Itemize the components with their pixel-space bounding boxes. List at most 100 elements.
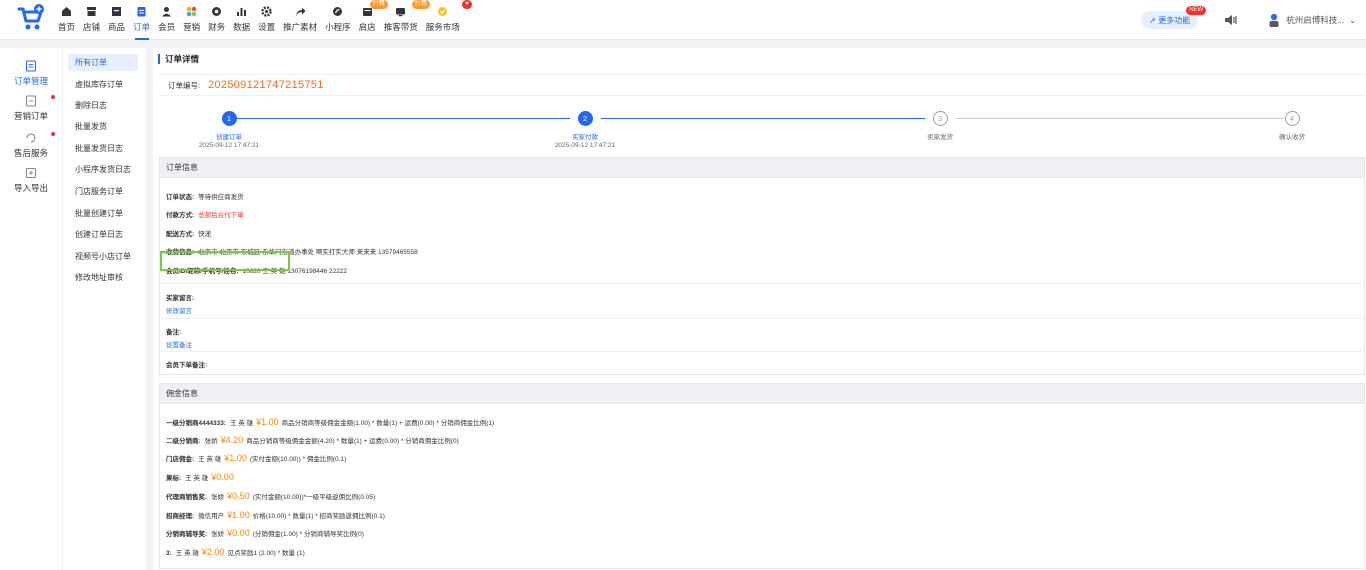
remark-row: 备注: 设置备注 (166, 326, 192, 349)
rail-item-order-manage[interactable]: 订单管理 (0, 60, 62, 87)
submenu-miniapp-ship-log[interactable]: 小程序发货日志 (68, 161, 138, 178)
rail-label: 导入导出 (13, 183, 48, 193)
submenu-virtual-stock-orders[interactable]: 虚拟库存订单 (68, 76, 138, 93)
rail-item-after-sale[interactable]: 售后服务 (0, 132, 62, 159)
nav-label: 首页 (58, 22, 76, 32)
commission-formula: 商品分销商等级佣金金额(4.20) * 数量(1) + 运费(0.00) * 分… (246, 438, 459, 445)
delivery-method-value: 快递 (198, 231, 212, 238)
field-label: 招商经理: (166, 513, 195, 520)
nav-member[interactable]: 会员 (158, 0, 175, 40)
rail-item-import-export[interactable]: 导入导出 (0, 167, 62, 194)
order-status-row: 订单状态: 等待供应商发货 (166, 191, 244, 201)
field-label: 果标: (166, 475, 182, 482)
notification-dot (51, 95, 55, 99)
speaker-icon[interactable] (1224, 13, 1238, 27)
step-number: 3 (932, 111, 948, 126)
submenu-video-shop-orders[interactable]: 视频号小店订单 (68, 248, 138, 265)
nav-label: 会员 (158, 22, 176, 32)
gear-icon (260, 5, 273, 18)
promoter-icon (394, 5, 407, 18)
finance-icon (210, 5, 223, 18)
submenu-store-service-orders[interactable]: 门店服务订单 (68, 183, 138, 200)
chart-icon (235, 5, 248, 18)
nav-promoter[interactable]: 推客带货 付费 (384, 0, 430, 40)
nav-data[interactable]: 数据 (233, 0, 250, 40)
commission-recipient: 王 英 雄 (229, 420, 254, 427)
rocket-icon: ➚ (1149, 15, 1159, 25)
nav-order[interactable]: 订单 (133, 0, 150, 40)
section-header: 佣金信息 (160, 384, 1364, 404)
nav-home[interactable]: 首页 (58, 0, 75, 40)
order-detail-panel: 订单详情 订单编号: 202509121747215751 1 创建订单 202… (153, 48, 1366, 570)
set-remark-link[interactable]: 设置备注 (166, 339, 192, 349)
nav-label: 财务 (208, 22, 226, 32)
submenu-delete-log[interactable]: 删除日志 (68, 97, 138, 114)
submenu-create-order-log[interactable]: 创建订单日志 (68, 226, 138, 243)
field-label: 订单状态: (166, 194, 195, 201)
step-name: 确认收货 (1279, 134, 1305, 141)
commission-amount: ¥0.00 (227, 528, 250, 538)
submenu-batch-create-orders[interactable]: 批量创建订单 (68, 205, 138, 222)
nav-label: 营销 (183, 22, 201, 32)
commission-formula: (实付金额(10.00))*一级平级返佣比例(0.05) (252, 494, 376, 501)
rail-item-marketing-order[interactable]: 营销订单 (0, 95, 62, 122)
field-label: 配送方式: (166, 231, 195, 238)
submenu-all-orders[interactable]: 所有订单 (68, 54, 138, 71)
commission-row: 招商经理: 微信用户 ¥1.00 价格(10.00) * 数量(1) * 招商奖… (166, 510, 385, 520)
nav-settings[interactable]: 设置 (258, 0, 275, 40)
after-sale-icon (26, 133, 36, 143)
step-name: 创建订单 (216, 134, 242, 141)
commission-recipient: 张娇 (204, 438, 218, 445)
commission-amount: ¥0.00 (211, 472, 234, 482)
top-navigation-bar: 首页 店铺 商品 订单 会员 营销 财务 数据 设置 推广素材 小程序 启店 付… (0, 0, 1366, 40)
brand-logo-icon[interactable] (16, 4, 46, 34)
nav-label: 推广素材 (283, 22, 318, 32)
edit-message-link[interactable]: 修改留言 (166, 305, 192, 315)
step-connector-done (601, 118, 925, 119)
company-switcher[interactable]: 杭州启博科技... ⌄ (1268, 13, 1356, 27)
step-number: 2 (577, 111, 593, 126)
more-features-button[interactable]: ➚ 更多功能 NEW (1141, 6, 1207, 29)
submenu-batch-ship-log[interactable]: 批量发货日志 (68, 140, 138, 157)
commission-recipient: 王 英 雄 (175, 550, 199, 557)
more-features-label: 更多功能 (1158, 15, 1191, 25)
commission-amount: ¥1.00 (224, 453, 247, 463)
submenu-batch-ship[interactable]: 批量发货 (68, 118, 138, 135)
commission-amount: ¥1.00 (227, 510, 250, 520)
commission-recipient: 张娇 (211, 494, 225, 501)
commission-row: 3: 王 英 雄 ¥2.00 见点奖励1 (2.00) * 数量 (1) (166, 547, 305, 557)
nav-marketing[interactable]: 营销 (183, 0, 200, 40)
nav-finance[interactable]: 财务 (208, 0, 225, 40)
nav-label: 店铺 (83, 22, 101, 32)
field-label: 会员下单备注: (166, 362, 208, 369)
order-number-value: 202509121747215751 (208, 79, 324, 91)
commission-recipient: 张娇 (211, 531, 225, 538)
order-progress-steps: 1 创建订单 2025-09-12 17:47:21 2 买家付款 2025-0… (153, 108, 1366, 156)
nav-label: 小程序 (325, 22, 351, 32)
submenu-address-change-review[interactable]: 修改地址审核 (68, 269, 138, 286)
commission-formula: (分销佣金(1.00) * 分销商辅导奖比例(0) (252, 531, 364, 538)
nav-label: 订单 (133, 22, 151, 32)
page-title: 订单详情 (158, 54, 199, 64)
commission-row: 门店佣金: 王 英 雄 ¥1.00 (实付金额(10.00)) * 佣金比例(0… (166, 453, 346, 463)
field-label: 代理商销售奖: (166, 494, 208, 501)
field-label: 门店佣金: (166, 456, 195, 463)
nav-promo-material[interactable]: 推广素材 (283, 0, 317, 40)
nav-store[interactable]: 店铺 (83, 0, 100, 40)
section-header: 订单信息 (160, 158, 1364, 178)
nav-service-market[interactable]: 服务市场 ♥ (426, 0, 472, 40)
nav-open-store[interactable]: 启店 付费 (358, 0, 388, 40)
order-submenu: 所有订单 虚拟库存订单 删除日志 批量发货 批量发货日志 小程序发货日志 门店服… (62, 48, 146, 570)
company-name: 杭州启博科技... (1286, 15, 1345, 25)
nav-goods[interactable]: 商品 (108, 0, 125, 40)
import-export-icon (25, 167, 37, 179)
field-label: 买家留言: (166, 295, 195, 302)
step-number: 1 (221, 111, 237, 126)
order-status-value: 等待供应商发货 (198, 194, 244, 201)
step-confirm-receipt: 4 确认收货 (1232, 111, 1352, 141)
nav-label: 启店 (358, 22, 376, 32)
nav-label: 商品 (108, 22, 126, 32)
step-buyer-paid: 2 买家付款 2025-09-12 17:47:21 (525, 111, 645, 149)
nav-miniapp[interactable]: 小程序 (325, 0, 351, 40)
order-manage-icon (25, 60, 37, 72)
